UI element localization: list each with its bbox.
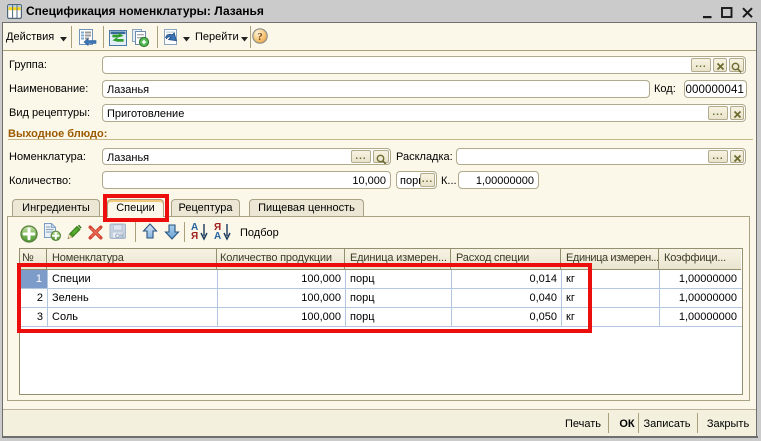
svg-text:ОК: ОК	[115, 233, 124, 240]
svg-text:?: ?	[257, 31, 263, 43]
